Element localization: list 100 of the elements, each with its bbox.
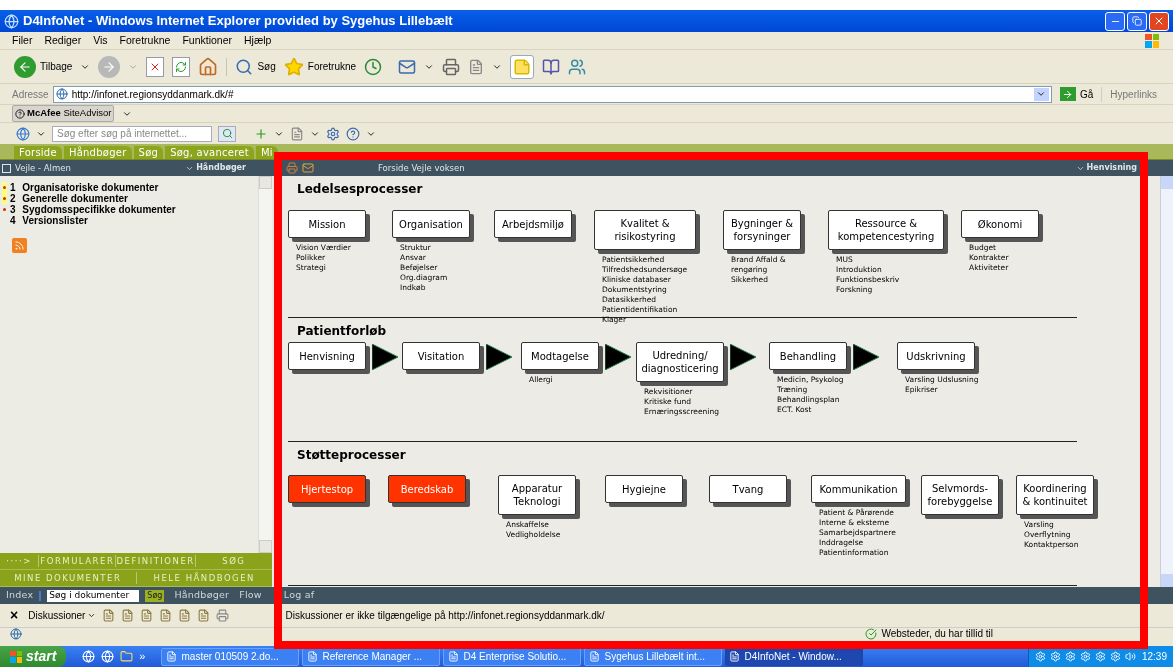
footer-link[interactable]: Håndbøger	[174, 588, 230, 603]
tray-icon[interactable]	[1049, 651, 1061, 662]
flow-arrow-icon	[605, 344, 631, 370]
discussion-tool-icon[interactable]	[159, 609, 173, 622]
go-button[interactable]: Gå	[1055, 86, 1098, 102]
search-icon	[235, 57, 254, 76]
more-button[interactable]: »	[139, 648, 146, 665]
favorites-button[interactable]: Foretrukne	[283, 56, 357, 77]
print-icon[interactable]	[216, 609, 230, 622]
help-icon[interactable]	[346, 126, 360, 141]
menu-item[interactable]: Hjælp	[244, 32, 272, 49]
tray-icon[interactable]	[1064, 651, 1076, 662]
discussions-button[interactable]: Diskussioner	[28, 608, 97, 623]
caret-icon	[87, 611, 97, 620]
task-icon	[166, 651, 178, 662]
footer-link[interactable]: Flow	[239, 588, 262, 603]
rss-icon[interactable]	[12, 238, 27, 253]
start-button[interactable]: start	[0, 646, 67, 667]
print-icon[interactable]	[286, 162, 298, 174]
tray-icon[interactable]	[1109, 651, 1121, 662]
trusted-zone-icon	[865, 628, 878, 640]
refresh-icon[interactable]	[172, 56, 191, 77]
document-link[interactable]: 3 Sygdomsspecifikke dokumenter	[10, 202, 176, 217]
flow-arrow-icon	[853, 344, 879, 370]
discussion-tool-icon[interactable]	[140, 609, 154, 622]
windows-logo-icon	[1145, 33, 1159, 48]
note-icon[interactable]	[510, 54, 535, 79]
document-icon[interactable]	[468, 58, 485, 75]
print-icon[interactable]	[442, 57, 461, 76]
task-icon	[589, 651, 601, 662]
flow-arrow-icon	[372, 344, 398, 370]
menu-item[interactable]: Filer	[12, 32, 33, 49]
stop-icon[interactable]	[146, 56, 165, 77]
scrollbar[interactable]	[258, 176, 272, 553]
section-heading: Ledelsesprocesser	[297, 181, 423, 198]
star-icon	[283, 56, 304, 77]
menu-item[interactable]: Vis	[93, 32, 108, 49]
restore-button[interactable]	[1127, 11, 1147, 31]
section-heading: Støtteprocesser	[297, 447, 406, 464]
links-label[interactable]: Hyperlinks	[1101, 86, 1161, 102]
history-icon[interactable]	[364, 57, 383, 76]
task-icon	[729, 651, 741, 662]
close-button[interactable]	[1149, 11, 1169, 31]
tray-icon[interactable]	[1079, 651, 1091, 662]
browser-icon	[4, 13, 19, 29]
address-value: http://infonet.regionsyddanmark.dk/#	[71, 87, 234, 102]
close-button[interactable]: ×	[10, 605, 19, 626]
web-search-field[interactable]: Søg efter søg på internettet...	[52, 125, 212, 142]
panel-title: Vejle - Almen	[15, 161, 71, 175]
back-button[interactable]: Tilbage	[14, 55, 73, 78]
siteadvisor-button[interactable]: McAfee SiteAdvisor	[12, 105, 115, 122]
search-provider-icon[interactable]	[16, 126, 30, 141]
restore-icon	[1132, 16, 1142, 26]
task-icon	[448, 651, 460, 662]
volume-icon[interactable]	[1124, 651, 1136, 662]
menu-item[interactable]: Foretrukne	[119, 32, 171, 49]
index-link[interactable]: Index	[6, 588, 34, 603]
tools-icon[interactable]	[326, 126, 340, 141]
dropdown-icon[interactable]	[1033, 87, 1049, 101]
footer-link[interactable]: Log af	[283, 588, 315, 603]
question-icon	[15, 108, 25, 119]
quick-launch-icon[interactable]	[120, 650, 134, 663]
minimize-button[interactable]	[1105, 11, 1125, 31]
discussion-tool-icon[interactable]	[178, 609, 192, 622]
page-icon	[10, 628, 22, 640]
search-button[interactable]: Søg	[226, 57, 276, 76]
add-icon[interactable]	[254, 126, 268, 141]
back-icon	[14, 55, 36, 78]
address-field[interactable]: http://infonet.regionsyddanmark.dk/#	[52, 85, 1052, 103]
discussion-tool-icon[interactable]	[197, 609, 211, 622]
clock: 12:39	[1141, 650, 1167, 664]
tray-icon[interactable]	[1094, 651, 1106, 662]
taskbar-task[interactable]: master 010509 2.do...	[161, 647, 300, 666]
menu-item[interactable]: Rediger	[44, 32, 82, 49]
references-menu[interactable]: Henvisning	[1075, 162, 1137, 174]
search-go-icon[interactable]	[218, 125, 236, 142]
close-icon	[1153, 15, 1165, 27]
mail-icon[interactable]	[398, 57, 417, 76]
discussion-tool-icon[interactable]	[121, 609, 135, 622]
messenger-icon[interactable]	[568, 57, 587, 76]
window-title: D4InfoNet - Windows Internet Explorer provided by Sygehus Lillebælt	[23, 12, 453, 31]
mail-icon[interactable]	[302, 162, 314, 174]
address-label: Adresse	[12, 87, 49, 102]
section-heading: Patientforløb	[297, 323, 387, 340]
discussion-message: Diskussioner er ikke tilgængelige på http://infonet.regionsyddanmark.dk/	[285, 609, 605, 623]
scrollbar[interactable]	[1160, 176, 1173, 587]
flow-arrow-icon	[730, 344, 756, 370]
security-zone: Websteder, du har tillid til	[881, 628, 993, 640]
form-icon[interactable]	[290, 126, 304, 141]
discussion-tool-icon[interactable]	[102, 609, 116, 622]
document-link[interactable]: 1 Organisatoriske dokumenter	[10, 180, 159, 195]
task-icon	[307, 651, 319, 662]
search-button[interactable]: Søg	[145, 589, 165, 602]
menu-item[interactable]: Funktioner	[182, 32, 232, 49]
tray-icon[interactable]	[1034, 651, 1046, 662]
home-icon[interactable]	[198, 56, 219, 77]
document-search-field[interactable]: Søg i dokumenter	[47, 589, 140, 602]
handbooks-menu[interactable]: Håndbøger	[185, 162, 246, 174]
research-icon[interactable]	[542, 57, 561, 76]
flow-arrow-icon	[486, 344, 512, 370]
